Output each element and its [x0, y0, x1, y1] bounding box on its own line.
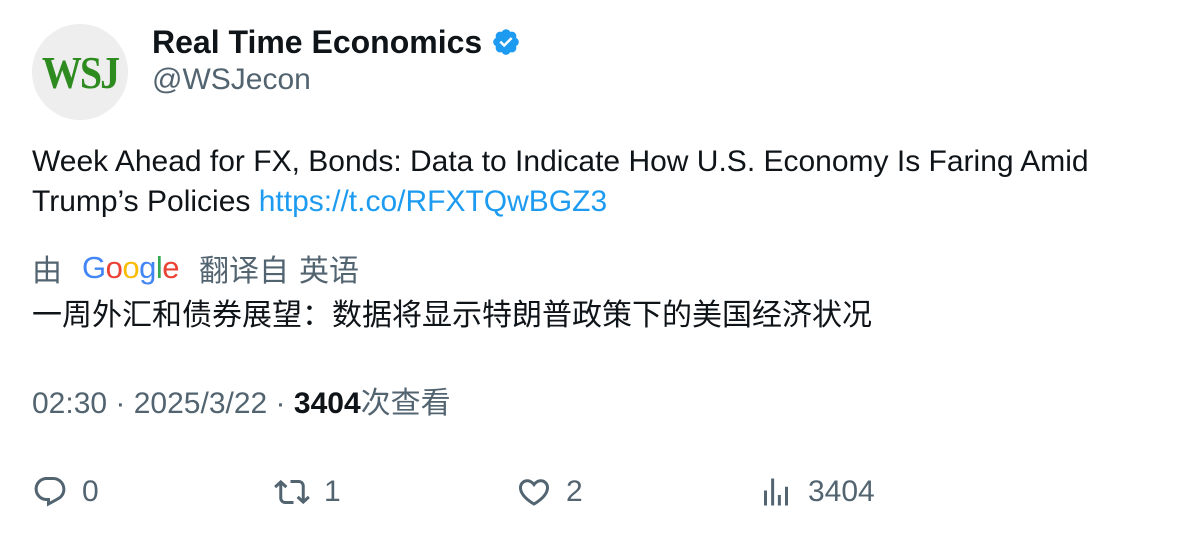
- translation-attribution: 由 Google 翻译自 英语: [32, 246, 359, 290]
- meta-separator: ·: [107, 387, 134, 420]
- views-action-count: 3404: [808, 475, 875, 508]
- like-button[interactable]: 2: [516, 470, 583, 514]
- translated-from-label: 翻译自: [199, 255, 290, 288]
- display-name[interactable]: Real Time Economics: [152, 24, 482, 61]
- google-logo-letter: g: [139, 250, 156, 285]
- source-language: 英语: [299, 255, 360, 288]
- translated-tweet-text: 一周外汇和债券展望：数据将显示特朗普政策下的美国经济状况: [32, 299, 872, 332]
- views-button[interactable]: 3404: [758, 470, 875, 514]
- google-logo-letter: G: [82, 250, 106, 285]
- reply-button[interactable]: 0: [32, 470, 99, 514]
- google-logo-letter: o: [122, 250, 140, 285]
- tweet-link[interactable]: https://t.co/RFXTQwBGZ3: [259, 185, 607, 218]
- author-name-row: Real Time Economics: [152, 22, 521, 62]
- avatar[interactable]: WSJ: [32, 24, 128, 120]
- tweet-actions: 0 1 2 3404: [32, 470, 1172, 514]
- tweet-text: Week Ahead for FX, Bonds: Data to Indica…: [32, 142, 1172, 222]
- google-logo-letter: o: [105, 250, 123, 285]
- analytics-icon: [758, 474, 794, 510]
- translated-by-label: 由: [32, 255, 62, 288]
- views-label: 次查看: [360, 387, 451, 420]
- google-logo: Google: [82, 250, 180, 286]
- retweet-icon: [274, 474, 310, 510]
- tweet-meta: 02:30 · 2025/3/22 · 3404次查看: [32, 384, 451, 424]
- meta-separator: ·: [267, 387, 294, 420]
- views-count: 3404: [293, 387, 361, 420]
- google-logo-letter: e: [162, 250, 180, 285]
- reply-icon: [32, 474, 68, 510]
- retweet-count: 1: [324, 475, 341, 508]
- author-handle[interactable]: @WSJecon: [152, 63, 311, 97]
- like-count: 2: [566, 475, 583, 508]
- tweet-date[interactable]: 2025/3/22: [134, 387, 267, 420]
- heart-icon: [516, 474, 552, 510]
- tweet-time[interactable]: 02:30: [32, 387, 107, 420]
- verified-badge-icon: [491, 27, 521, 57]
- reply-count: 0: [82, 475, 99, 508]
- retweet-button[interactable]: 1: [274, 470, 341, 514]
- avatar-logo-text: WSJ: [41, 46, 120, 98]
